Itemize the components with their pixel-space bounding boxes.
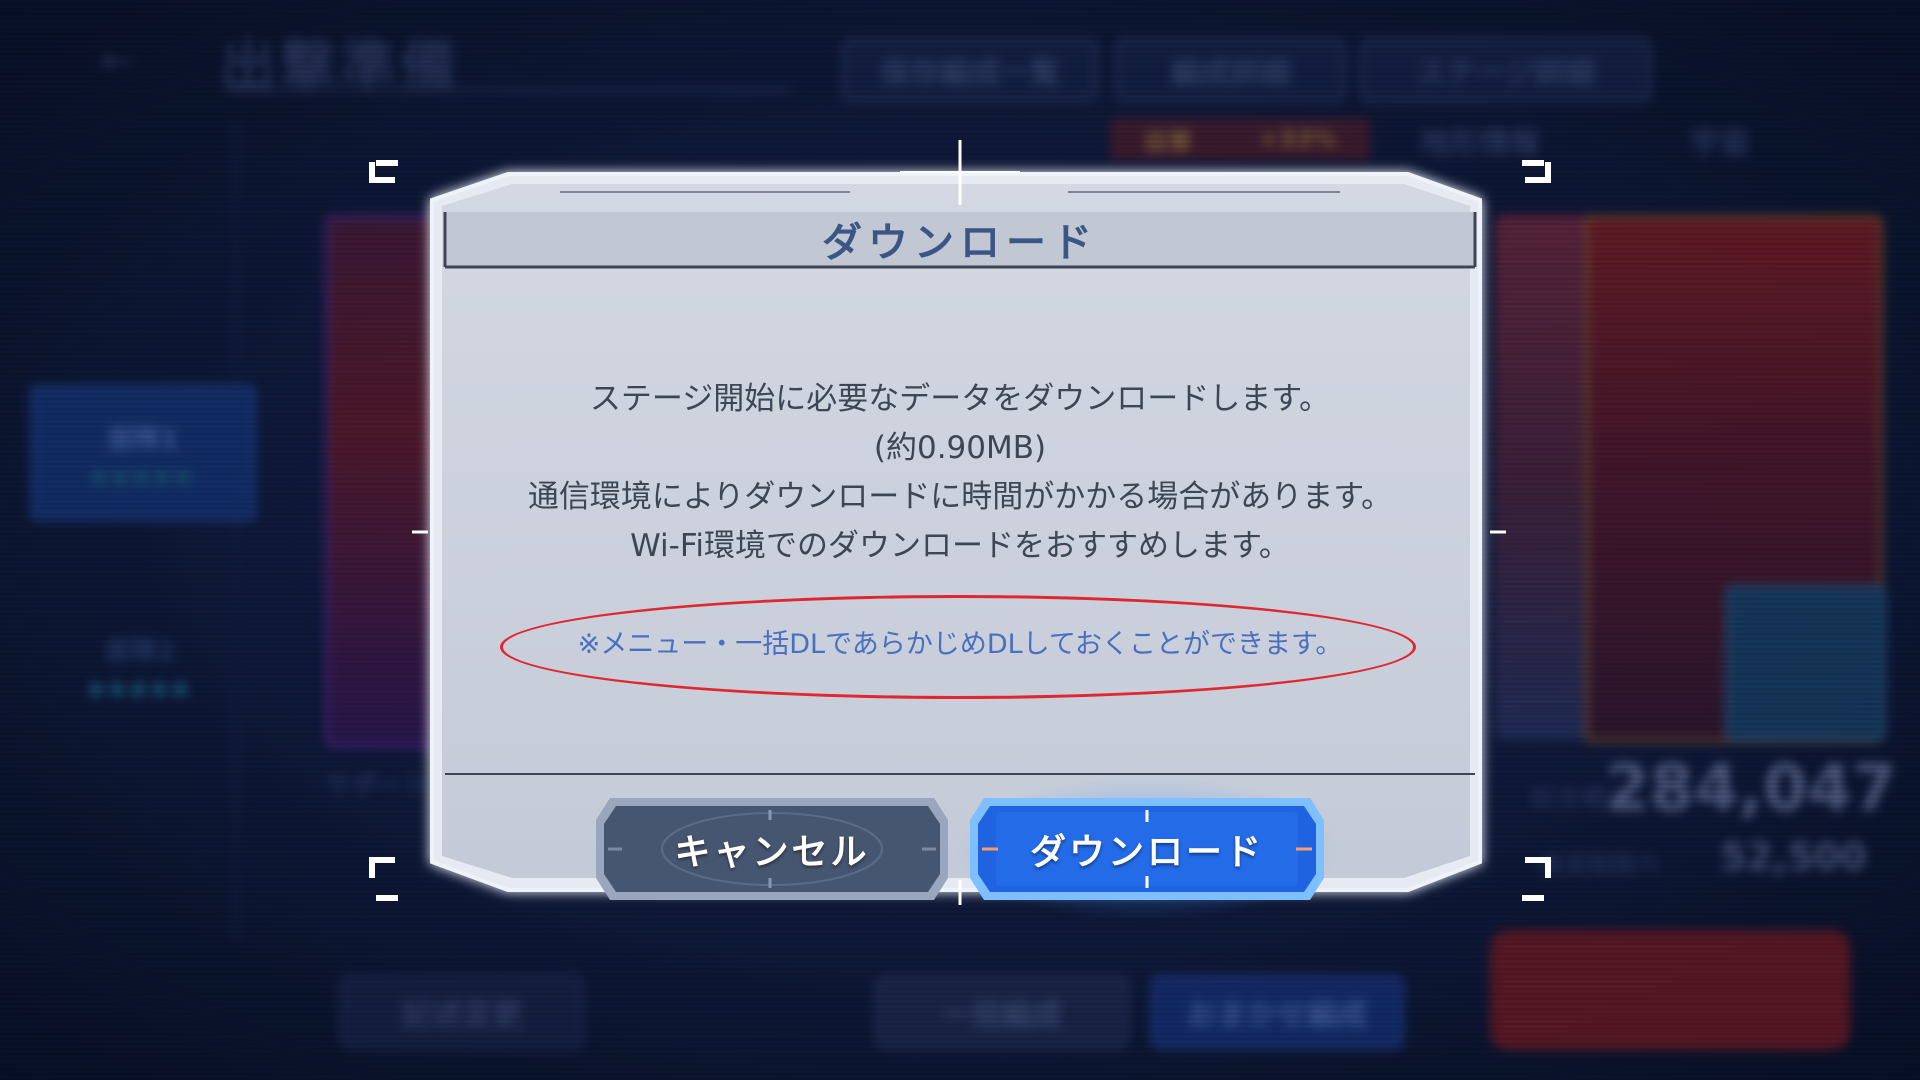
message-line: ステージ開始に必要なデータをダウンロードします。: [589, 381, 1331, 417]
download-button-label: ダウンロード: [1029, 832, 1264, 873]
message-line: 通信環境によりダウンロードに時間がかかる場合があります。: [527, 479, 1393, 515]
download-dialog: ダウンロード ステージ開始に必要なデータをダウンロードします。 (約0.90MB…: [0, 0, 1920, 1080]
dialog-note: ※メニュー・一括DLであらかじめDLしておくことができます。: [577, 629, 1343, 660]
cancel-button-label: キャンセル: [674, 832, 870, 873]
message-line: (約0.90MB): [873, 430, 1047, 466]
dialog-title: ダウンロード: [822, 220, 1098, 266]
message-line: Wi-Fi環境でのダウンロードをおすすめします。: [630, 528, 1290, 564]
download-button[interactable]: ダウンロード: [952, 776, 1342, 922]
dialog-message: ステージ開始に必要なデータをダウンロードします。 (約0.90MB) 通信環境に…: [440, 375, 1480, 571]
screen: ← 出撃準備 保存編成一覧 編成詳細 ステージ詳細 自軍 +33% 地形情報 宇…: [0, 0, 1920, 1080]
cancel-button[interactable]: キャンセル: [592, 790, 952, 908]
